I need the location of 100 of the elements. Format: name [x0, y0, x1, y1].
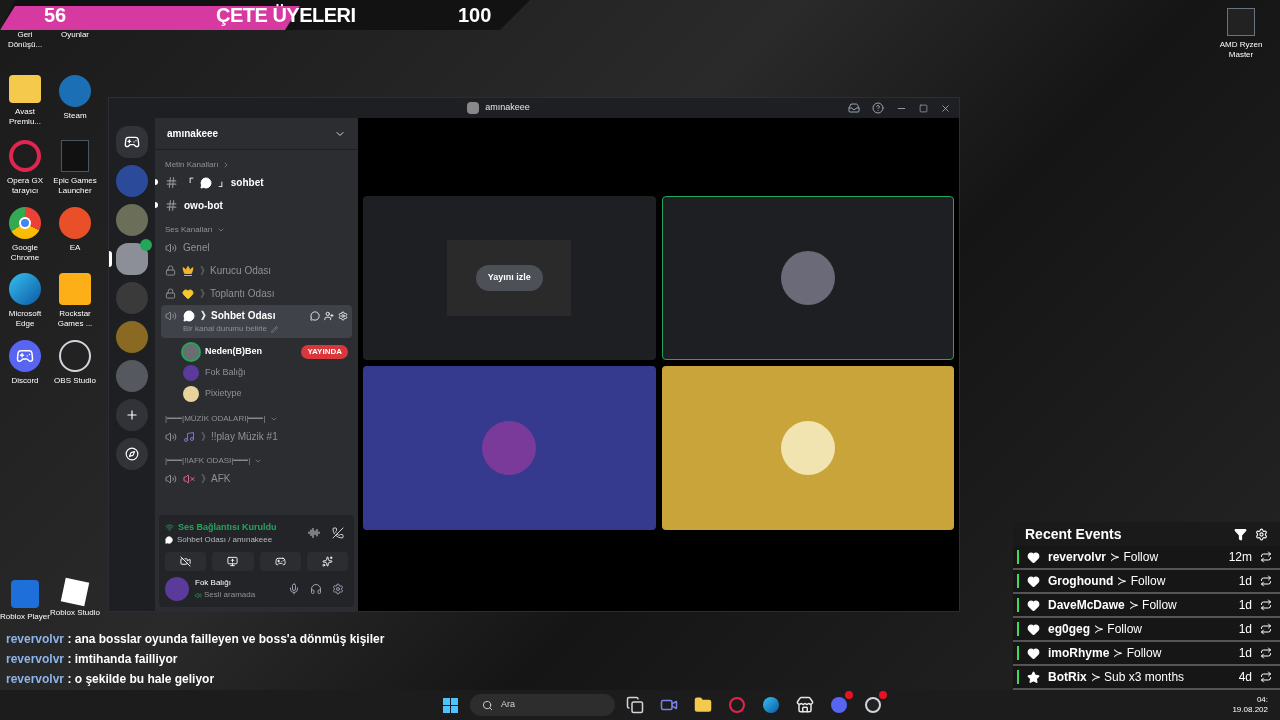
- search-input[interactable]: Ara: [501, 698, 603, 712]
- event-action: ≻ Sub x3 months: [1090, 669, 1185, 686]
- obs-logo-icon: [59, 340, 91, 372]
- sound-wave-icon[interactable]: [308, 527, 320, 540]
- event-user: eg0geg: [1048, 621, 1090, 638]
- accent-bar: [1017, 574, 1019, 588]
- server-icon[interactable]: [116, 321, 148, 353]
- channel-name[interactable]: 」 sohbet: [218, 175, 264, 190]
- desktop-icon-label[interactable]: Oyunlar: [61, 30, 89, 40]
- replay-icon[interactable]: [1260, 623, 1272, 635]
- watch-stream-button[interactable]: Yayını izle: [475, 265, 543, 291]
- channel-name[interactable]: 》!!play Müzik #1: [201, 429, 278, 444]
- compass-icon: [125, 447, 139, 461]
- replay-icon[interactable]: [1260, 551, 1272, 563]
- home-button[interactable]: [116, 126, 148, 158]
- inbox-icon[interactable]: [848, 102, 860, 114]
- desktop-icon-label[interactable]: EA: [69, 243, 81, 253]
- desktop-icon-label[interactable]: Steam: [63, 111, 87, 121]
- search-field[interactable]: Ara: [470, 694, 615, 716]
- accent-bar: [1017, 670, 1019, 684]
- camera-button[interactable]: [165, 552, 207, 571]
- accent-bar: [1017, 550, 1019, 564]
- discord-logo-icon: [831, 697, 847, 713]
- roblox-logo-icon: [11, 580, 39, 608]
- replay-icon[interactable]: [1260, 575, 1272, 587]
- channel-name[interactable]: 》Sohbet Odası: [201, 308, 276, 323]
- discord-logo-icon: [9, 340, 41, 372]
- channel-name[interactable]: owo-bot: [184, 198, 223, 213]
- desktop-icon-label[interactable]: Geri Dönüşü...: [0, 30, 50, 50]
- desktop-icon-label[interactable]: Avast Premiu...: [0, 107, 50, 127]
- channel-name[interactable]: 「: [184, 175, 194, 190]
- server-icon[interactable]: [116, 243, 148, 275]
- events-title: Recent Events: [1025, 524, 1122, 544]
- star-icon: [1027, 670, 1040, 684]
- heart-icon: [1027, 574, 1040, 588]
- replay-icon[interactable]: [1260, 599, 1272, 611]
- member-name[interactable]: Pixietype: [205, 387, 242, 401]
- channel-name[interactable]: 》Kurucu Odası: [200, 263, 272, 278]
- desktop-icon-label[interactable]: Rockstar Games ...: [50, 309, 100, 329]
- desktop-icon-label[interactable]: Google Chrome: [0, 243, 50, 263]
- category-header[interactable]: |━━━|MÜZİK ODALARI|━━━|: [165, 412, 266, 425]
- unread-indicator: [155, 179, 158, 185]
- invite-icon[interactable]: [324, 310, 334, 321]
- goal-count: 100: [458, 3, 492, 28]
- headphones-icon[interactable]: [310, 583, 322, 595]
- desktop-icon-label[interactable]: Opera GX tarayıcı: [0, 176, 50, 196]
- obs-logo-icon: [865, 697, 881, 713]
- soundboard-button[interactable]: [306, 552, 348, 571]
- event-action: ≻ Follow: [1128, 597, 1177, 614]
- filter-icon[interactable]: [1234, 527, 1247, 541]
- desktop-icon-label[interactable]: AMD Ryzen Master: [1216, 40, 1266, 60]
- desktop-icon-label[interactable]: OBS Studio: [54, 376, 96, 386]
- event-time: 1d: [1238, 573, 1252, 590]
- sparkles-icon: [321, 556, 333, 567]
- windows-logo-icon: [442, 697, 458, 713]
- category-header[interactable]: |━━━|!!AFK ODASI|━━━|: [165, 454, 251, 467]
- screen-share-button[interactable]: [212, 552, 254, 571]
- server-icon[interactable]: [116, 204, 148, 236]
- event-action: ≻ Follow: [1117, 573, 1166, 590]
- desktop-icon-label[interactable]: Microsoft Edge: [0, 309, 50, 329]
- event-user: Groghound: [1048, 573, 1114, 590]
- member-name[interactable]: Neden(B)Ben: [205, 345, 262, 359]
- replay-icon[interactable]: [1260, 671, 1272, 683]
- steam-logo-icon: [59, 75, 91, 107]
- event-time: 1d: [1238, 621, 1252, 638]
- close-icon[interactable]: [940, 102, 951, 114]
- disconnect-icon[interactable]: [332, 527, 344, 540]
- desktop-icon-label[interactable]: Epic Games Launcher: [50, 176, 100, 196]
- voice-location[interactable]: Sohbet Odası / amınakeee: [177, 534, 273, 546]
- channel-name[interactable]: Genel: [183, 240, 210, 255]
- overlapping-squares-icon: [626, 696, 644, 714]
- member-name[interactable]: Fok Balığı: [205, 366, 246, 380]
- category-header[interactable]: Metin Kanalları: [165, 158, 219, 171]
- maximize-icon[interactable]: [919, 103, 928, 113]
- search-icon: [482, 699, 493, 711]
- desktop-icon-label[interactable]: Roblox Studio: [50, 608, 100, 618]
- replay-icon[interactable]: [1260, 647, 1272, 659]
- gamepad-icon: [274, 556, 286, 567]
- discover-button[interactable]: [116, 438, 148, 470]
- add-server-button[interactable]: [116, 399, 148, 431]
- microphone-icon[interactable]: [288, 583, 300, 595]
- help-icon[interactable]: [872, 102, 884, 114]
- category-header[interactable]: Ses Kanalları: [165, 223, 213, 236]
- epic-logo-icon: [61, 140, 89, 172]
- folder-icon: [694, 696, 712, 714]
- activity-button[interactable]: [259, 552, 301, 571]
- clock-time: 04:: [1256, 695, 1268, 705]
- desktop-icon-label[interactable]: Discord: [11, 376, 39, 386]
- event-time: 12m: [1228, 549, 1252, 566]
- monitor-icon: [227, 556, 239, 567]
- event-time: 1d: [1238, 597, 1252, 614]
- event-action: ≻ Follow: [1113, 645, 1162, 662]
- desktop-icon-label[interactable]: Roblox Player: [0, 612, 50, 622]
- user-avatar: [165, 577, 189, 601]
- channel-name[interactable]: 》Toplantı Odası: [200, 286, 275, 301]
- ea-logo-icon: [59, 207, 91, 239]
- channel-name[interactable]: 》AFK: [201, 471, 231, 486]
- event-user: DaveMcDawe: [1048, 597, 1125, 614]
- chat-icon[interactable]: [310, 310, 320, 321]
- rockstar-logo-icon: [59, 273, 91, 305]
